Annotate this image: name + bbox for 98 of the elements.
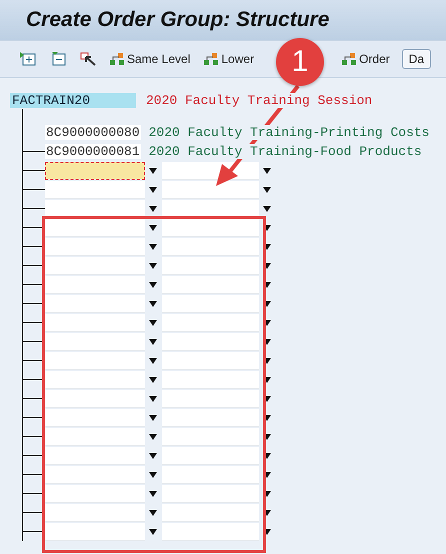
input-field[interactable] <box>45 180 145 198</box>
input-field[interactable] <box>162 370 259 388</box>
toolbar-button[interactable]: Order <box>340 52 392 66</box>
input-field[interactable] <box>45 256 145 274</box>
dropdown-caret-icon[interactable] <box>149 510 157 516</box>
input-field[interactable] <box>45 200 145 218</box>
dropdown-caret-icon[interactable] <box>263 168 271 174</box>
input-field[interactable] <box>45 390 145 408</box>
input-field[interactable] <box>45 352 145 370</box>
input-field[interactable] <box>162 180 259 198</box>
input-field[interactable] <box>45 408 145 426</box>
dropdown-caret-icon[interactable] <box>149 472 157 478</box>
node-text: 2020 Faculty Training Session <box>146 93 372 108</box>
input-field[interactable] <box>45 294 145 312</box>
dropdown-caret-icon[interactable] <box>263 262 271 268</box>
hierarchy-icon <box>204 53 218 65</box>
input-field[interactable] <box>162 466 259 484</box>
input-field[interactable] <box>162 332 259 350</box>
select-button[interactable] <box>78 52 98 66</box>
toolbar-button[interactable]: Same Level <box>108 52 192 66</box>
input-field[interactable] <box>45 276 145 294</box>
expand-button[interactable] <box>18 52 38 66</box>
dropdown-caret-icon[interactable] <box>149 414 157 420</box>
dropdown-caret-icon[interactable] <box>149 186 157 192</box>
dropdown-caret-icon[interactable] <box>149 528 157 534</box>
collapse-icon <box>50 52 66 66</box>
dropdown-caret-icon[interactable] <box>263 452 271 458</box>
input-field[interactable] <box>162 256 259 274</box>
input-field[interactable] <box>162 484 259 502</box>
toolbar-button[interactable]: Da <box>402 49 432 69</box>
input-field[interactable] <box>162 314 259 332</box>
input-field[interactable] <box>45 504 145 522</box>
dropdown-caret-icon[interactable] <box>263 320 271 326</box>
cursor-icon <box>80 52 96 66</box>
dropdown-caret-icon[interactable] <box>149 282 157 288</box>
node-text: 2020 Faculty Training-Printing Costs <box>148 125 430 140</box>
dropdown-caret-icon[interactable] <box>149 300 157 306</box>
window-title: Create Order Group: Structure <box>26 8 330 32</box>
input-field[interactable] <box>162 294 259 312</box>
input-field[interactable] <box>162 408 259 426</box>
input-field[interactable] <box>45 484 145 502</box>
input-field[interactable] <box>162 352 259 370</box>
dropdown-caret-icon[interactable] <box>149 262 157 268</box>
input-field[interactable] <box>45 332 145 350</box>
input-field[interactable] <box>45 238 145 256</box>
input-field[interactable] <box>45 466 145 484</box>
dropdown-caret-icon[interactable] <box>263 396 271 402</box>
input-field[interactable] <box>162 428 259 446</box>
input-field[interactable] <box>162 390 259 408</box>
input-field[interactable] <box>162 200 259 218</box>
input-field[interactable] <box>45 314 145 332</box>
input-field[interactable] <box>162 276 259 294</box>
dropdown-caret-icon[interactable] <box>263 338 271 344</box>
dropdown-caret-icon[interactable] <box>263 376 271 382</box>
input-field[interactable] <box>45 446 145 464</box>
dropdown-caret-icon[interactable] <box>149 244 157 250</box>
input-field[interactable] <box>162 238 259 256</box>
input-field[interactable] <box>162 522 259 540</box>
dropdown-caret-icon[interactable] <box>263 434 271 440</box>
dropdown-caret-icon[interactable] <box>149 224 157 230</box>
hierarchy-icon <box>342 53 356 65</box>
input-field[interactable] <box>162 218 259 236</box>
node-id[interactable]: 8C9000000081 <box>45 144 141 159</box>
dropdown-caret-icon[interactable] <box>263 224 271 230</box>
input-field[interactable] <box>45 162 145 180</box>
dropdown-caret-icon[interactable] <box>149 206 157 212</box>
dropdown-caret-icon[interactable] <box>263 186 271 192</box>
input-field[interactable] <box>45 370 145 388</box>
dropdown-caret-icon[interactable] <box>149 452 157 458</box>
input-field[interactable] <box>162 446 259 464</box>
dropdown-caret-icon[interactable] <box>149 490 157 496</box>
dropdown-caret-icon[interactable] <box>149 396 157 402</box>
dropdown-caret-icon[interactable] <box>263 528 271 534</box>
toolbar-button[interactable]: Lower <box>202 52 256 66</box>
input-field[interactable] <box>45 218 145 236</box>
hierarchy-icon <box>110 53 124 65</box>
dropdown-caret-icon[interactable] <box>263 510 271 516</box>
node-id[interactable]: 8C9000000080 <box>45 125 141 140</box>
input-field[interactable] <box>45 428 145 446</box>
input-field[interactable] <box>162 504 259 522</box>
input-field[interactable] <box>45 522 145 540</box>
dropdown-caret-icon[interactable] <box>263 414 271 420</box>
dropdown-caret-icon[interactable] <box>149 376 157 382</box>
dropdown-caret-icon[interactable] <box>149 338 157 344</box>
dropdown-caret-icon[interactable] <box>263 282 271 288</box>
dropdown-caret-icon[interactable] <box>149 434 157 440</box>
dropdown-caret-icon[interactable] <box>263 244 271 250</box>
dropdown-caret-icon[interactable] <box>263 490 271 496</box>
dropdown-caret-icon[interactable] <box>149 168 157 174</box>
dropdown-caret-icon[interactable] <box>263 300 271 306</box>
dropdown-caret-icon[interactable] <box>263 206 271 212</box>
node-id[interactable]: FACTRAIN20 <box>10 93 136 108</box>
expand-icon <box>20 52 36 66</box>
dropdown-caret-icon[interactable] <box>263 472 271 478</box>
node-text: 2020 Faculty Training-Food Products <box>148 144 422 159</box>
dropdown-caret-icon[interactable] <box>263 358 271 364</box>
dropdown-caret-icon[interactable] <box>149 320 157 326</box>
dropdown-caret-icon[interactable] <box>149 358 157 364</box>
